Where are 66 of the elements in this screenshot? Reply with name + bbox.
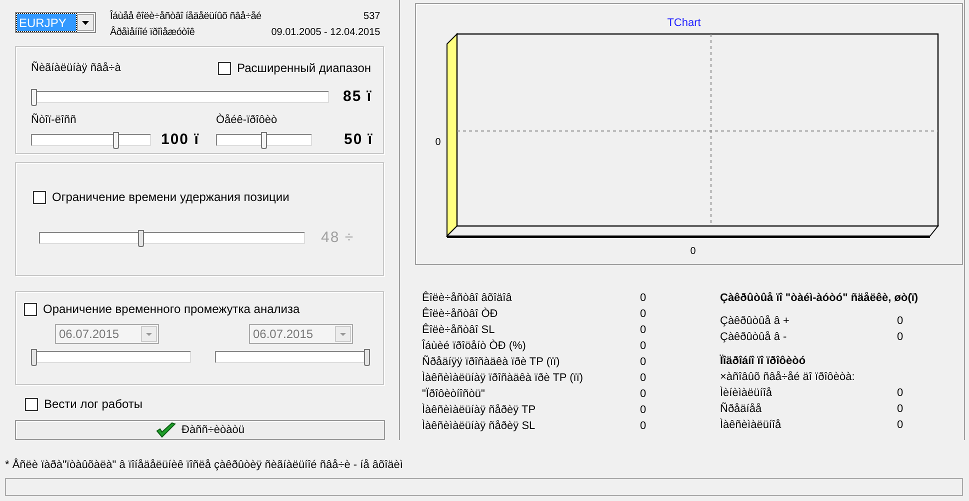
stat-label: Ñðåäíåå xyxy=(720,401,763,417)
slider-value: 100 ï xyxy=(161,130,200,150)
checkbox[interactable] xyxy=(24,302,37,316)
slider-thumb[interactable] xyxy=(113,132,120,149)
checkbox-label: Ораничение временного промежутка анализа xyxy=(43,301,300,318)
info-value: 09.01.2005 - 12.04.2015 xyxy=(271,26,380,40)
footnote: * Åñëè ïàðà"ïòàûõàëà" â ïîíåäåëüíèê ïîñëå çàêðûòèÿ ñèãíàëüíîé ñâå÷è - íå âõîäèì xyxy=(5,459,403,471)
stat-label: Ìàêñèìàëüíîå xyxy=(720,418,782,433)
stat-label: Çàêðûòûå â + xyxy=(720,314,790,329)
symbol-select[interactable]: EURJPY xyxy=(15,12,96,33)
stat-label: Ìàêñèìàëüíàÿ ñåðèÿ TP xyxy=(422,402,537,418)
stat-label: Êîëè÷åñòâî ÒÐ xyxy=(422,306,499,322)
calculate-button[interactable]: Ðàññ÷èòàòü xyxy=(15,420,385,440)
checkbox-label: Ограничение времени удержания позиции xyxy=(52,189,290,206)
stat-value: 0 xyxy=(640,402,646,418)
checkbox-label: Вести лог работы xyxy=(44,396,142,413)
stat-label: Ìàêñèìàëüíàÿ ñåðèÿ SL xyxy=(422,418,536,434)
section-title: Ïîäðîáíî ïî ïðîôèòó xyxy=(720,354,807,369)
slider-label: Ñòîï-ëîññ xyxy=(31,112,78,128)
slider[interactable] xyxy=(31,132,151,149)
slider[interactable] xyxy=(215,349,370,366)
stat-value: 0 xyxy=(897,418,904,433)
stat-value: 0 xyxy=(640,306,646,322)
info-label: Âðåìåííîé ïðîìåæóòîê xyxy=(110,25,196,40)
stat-value: 0 xyxy=(640,290,646,306)
stat-value: 0 xyxy=(897,386,904,401)
slider-value: 50 ï xyxy=(344,130,374,150)
stat-value: 0 xyxy=(640,370,646,386)
checkbox[interactable] xyxy=(218,62,232,74)
stat-label: Êîëè÷åñòâî SL xyxy=(422,322,496,338)
stat-value: 0 xyxy=(640,322,646,338)
section-subtitle: ×àñîâûõ ñâå÷åé äî ïðîôèòà: xyxy=(720,370,856,385)
y-axis-label: 0 xyxy=(435,137,441,148)
stat-label: Çàêðûòûå â - xyxy=(720,330,788,345)
chart-title: TChart xyxy=(667,17,701,29)
checkmark-icon xyxy=(156,422,176,438)
slider-label: Òåéê-ïðîôèò xyxy=(216,112,278,128)
checkbox[interactable] xyxy=(25,398,38,410)
stat-label: Êîëè÷åñòâî âõîäîâ xyxy=(422,290,513,306)
section-title: Çàêðûòûå ïî "òàéì-àóòó" ñäåëêè, øò(ï) xyxy=(720,291,918,306)
info-value: 537 xyxy=(362,10,380,24)
slider[interactable] xyxy=(31,88,329,106)
stat-label: Ìèíèìàëüíîå xyxy=(720,386,773,401)
stat-value: 0 xyxy=(897,314,904,329)
slider[interactable] xyxy=(39,230,305,247)
slider[interactable] xyxy=(31,349,191,366)
stat-value: 0 xyxy=(640,354,646,370)
stat-label: Îáùèé ïðîöåíò ÒÐ (%) xyxy=(422,338,527,354)
slider-value: 85 ï xyxy=(343,87,372,107)
x-axis-label: 0 xyxy=(690,246,696,257)
stat-label: Ìàêñèìàëüíàÿ ïðîñàäêà ïðè TP (ïï) xyxy=(422,370,584,386)
stat-value: 0 xyxy=(640,418,646,434)
stat-value: 0 xyxy=(640,338,646,354)
stat-value: 0 xyxy=(897,330,904,345)
slider-value: 48 ÷ xyxy=(321,228,354,248)
info-label: Îáùåå êîëè÷åñòâî íåäåëüíûõ ñâå÷åé xyxy=(110,9,262,24)
stat-value: 0 xyxy=(897,402,904,417)
stat-value: 0 xyxy=(640,386,646,402)
slider-thumb[interactable] xyxy=(261,132,267,149)
checkbox[interactable] xyxy=(33,190,46,204)
stat-label: Ñðåäíÿÿ ïðîñàäêà ïðè TP (ïï) xyxy=(422,354,561,370)
stat-label: "Ïðîôèòíîñòü" xyxy=(422,386,486,402)
slider-thumb[interactable] xyxy=(31,88,37,106)
section-label: Ñèãíàëüíàÿ ñâå÷à xyxy=(31,60,121,76)
checkbox-label: Расширенный диапазон xyxy=(237,60,371,77)
slider[interactable] xyxy=(216,132,312,149)
